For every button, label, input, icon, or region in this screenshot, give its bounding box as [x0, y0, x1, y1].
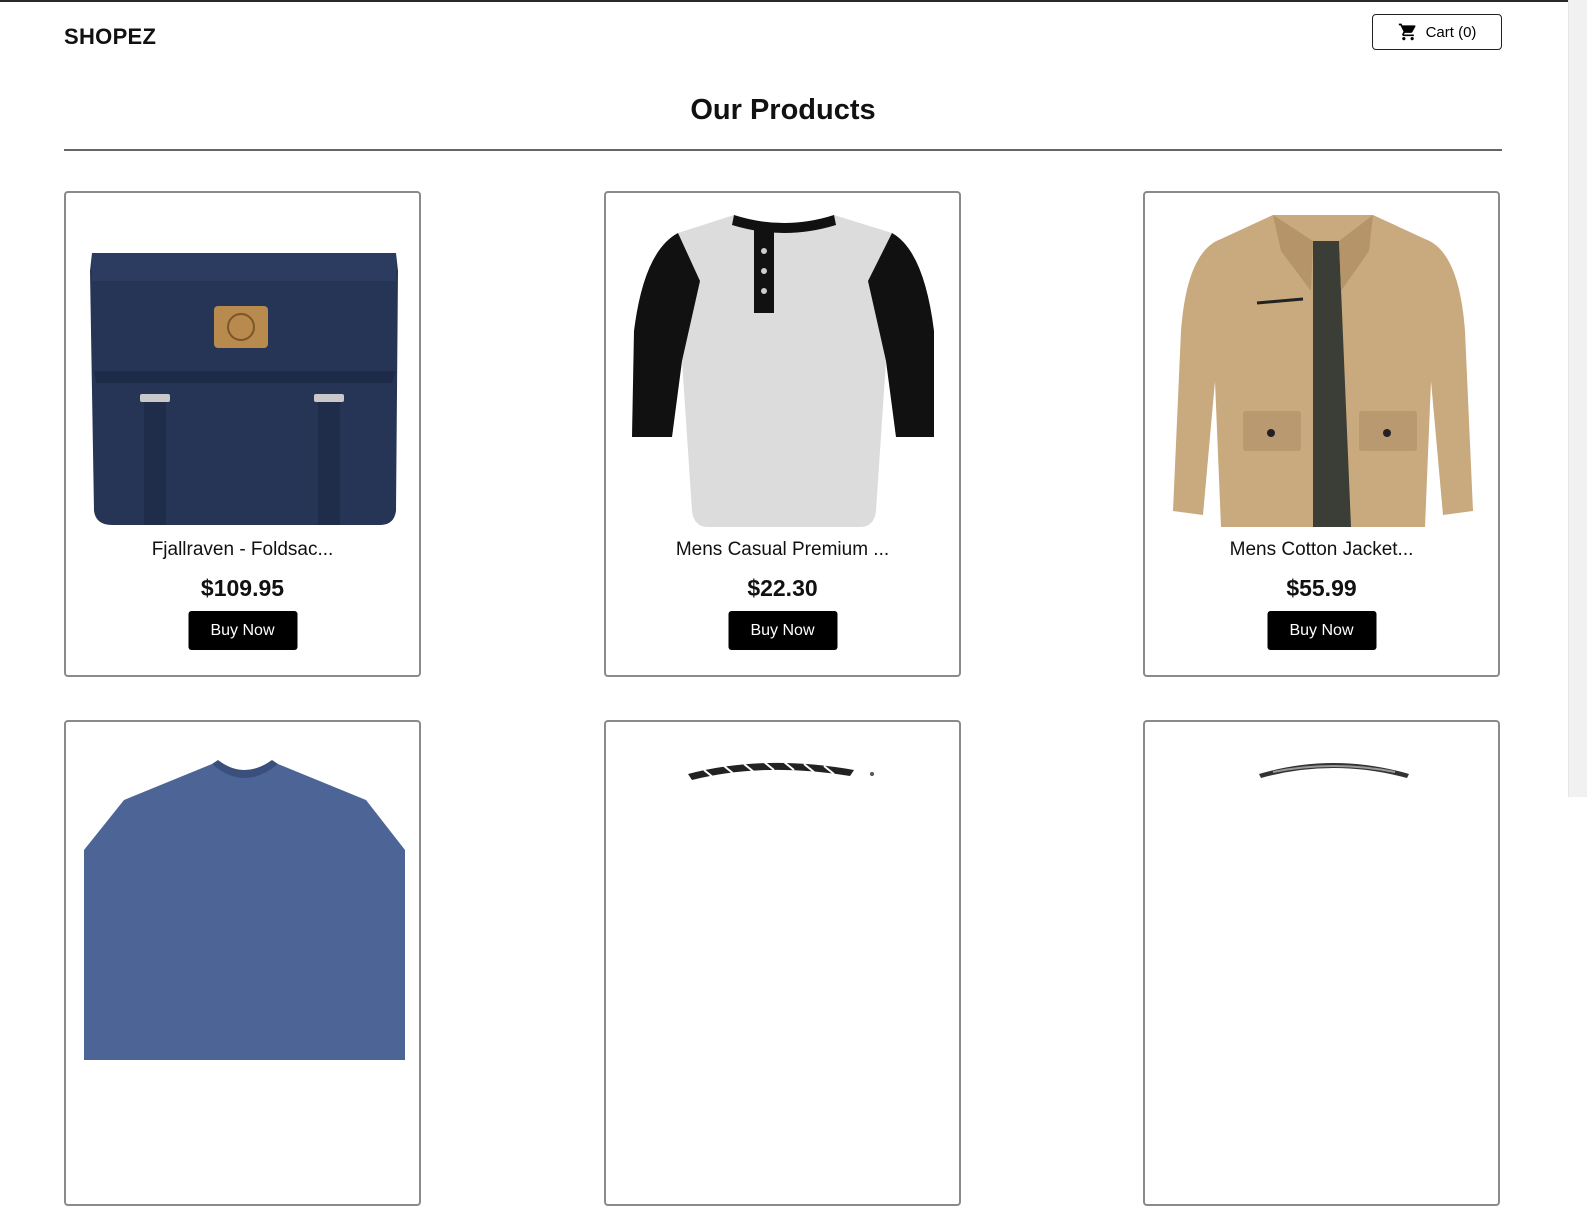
product-price: $22.30: [747, 575, 818, 601]
cart-icon: [1398, 23, 1416, 41]
scrollbar[interactable]: [1568, 0, 1587, 797]
product-grid: Fjallraven - Foldsac... $109.95 Buy Now …: [64, 191, 1502, 1206]
tshirt-image: [84, 760, 405, 1060]
product-price: $109.95: [200, 575, 285, 601]
buy-now-button[interactable]: Buy Now: [188, 611, 297, 650]
product-card: Mens Casual Premium ... $22.30 Buy Now: [604, 191, 961, 677]
product-card: [64, 720, 421, 1206]
bracelet-image: [688, 761, 874, 780]
page-title: Our Products: [690, 94, 876, 126]
page-container: SHOPEZ Cart (0) Our Products Fjallraven …: [64, 0, 1502, 1206]
product-name: Fjallraven - Foldsac...: [151, 539, 334, 560]
product-name: Mens Cotton Jacket...: [1229, 539, 1414, 560]
ring-image: [1259, 763, 1409, 778]
product-card: [604, 720, 961, 1206]
navbar: SHOPEZ Cart (0): [64, 0, 1502, 72]
brand-logo[interactable]: SHOPEZ: [64, 24, 156, 50]
title-divider: [64, 149, 1502, 151]
product-price: $55.99: [1286, 575, 1357, 601]
product-card: Mens Cotton Jacket... $55.99 Buy Now: [1143, 191, 1500, 677]
backpack-image: [90, 253, 398, 525]
product-card: Fjallraven - Foldsac... $109.95 Buy Now: [64, 191, 421, 677]
shirt-image: [632, 215, 934, 527]
buy-now-button[interactable]: Buy Now: [1267, 611, 1376, 650]
cart-button[interactable]: Cart (0): [1372, 14, 1502, 50]
cart-label: Cart (0): [1425, 23, 1477, 41]
product-card: [1143, 720, 1500, 1206]
product-name: Mens Casual Premium ...: [675, 539, 890, 560]
jacket-image: [1173, 215, 1473, 527]
buy-now-button[interactable]: Buy Now: [728, 611, 837, 650]
